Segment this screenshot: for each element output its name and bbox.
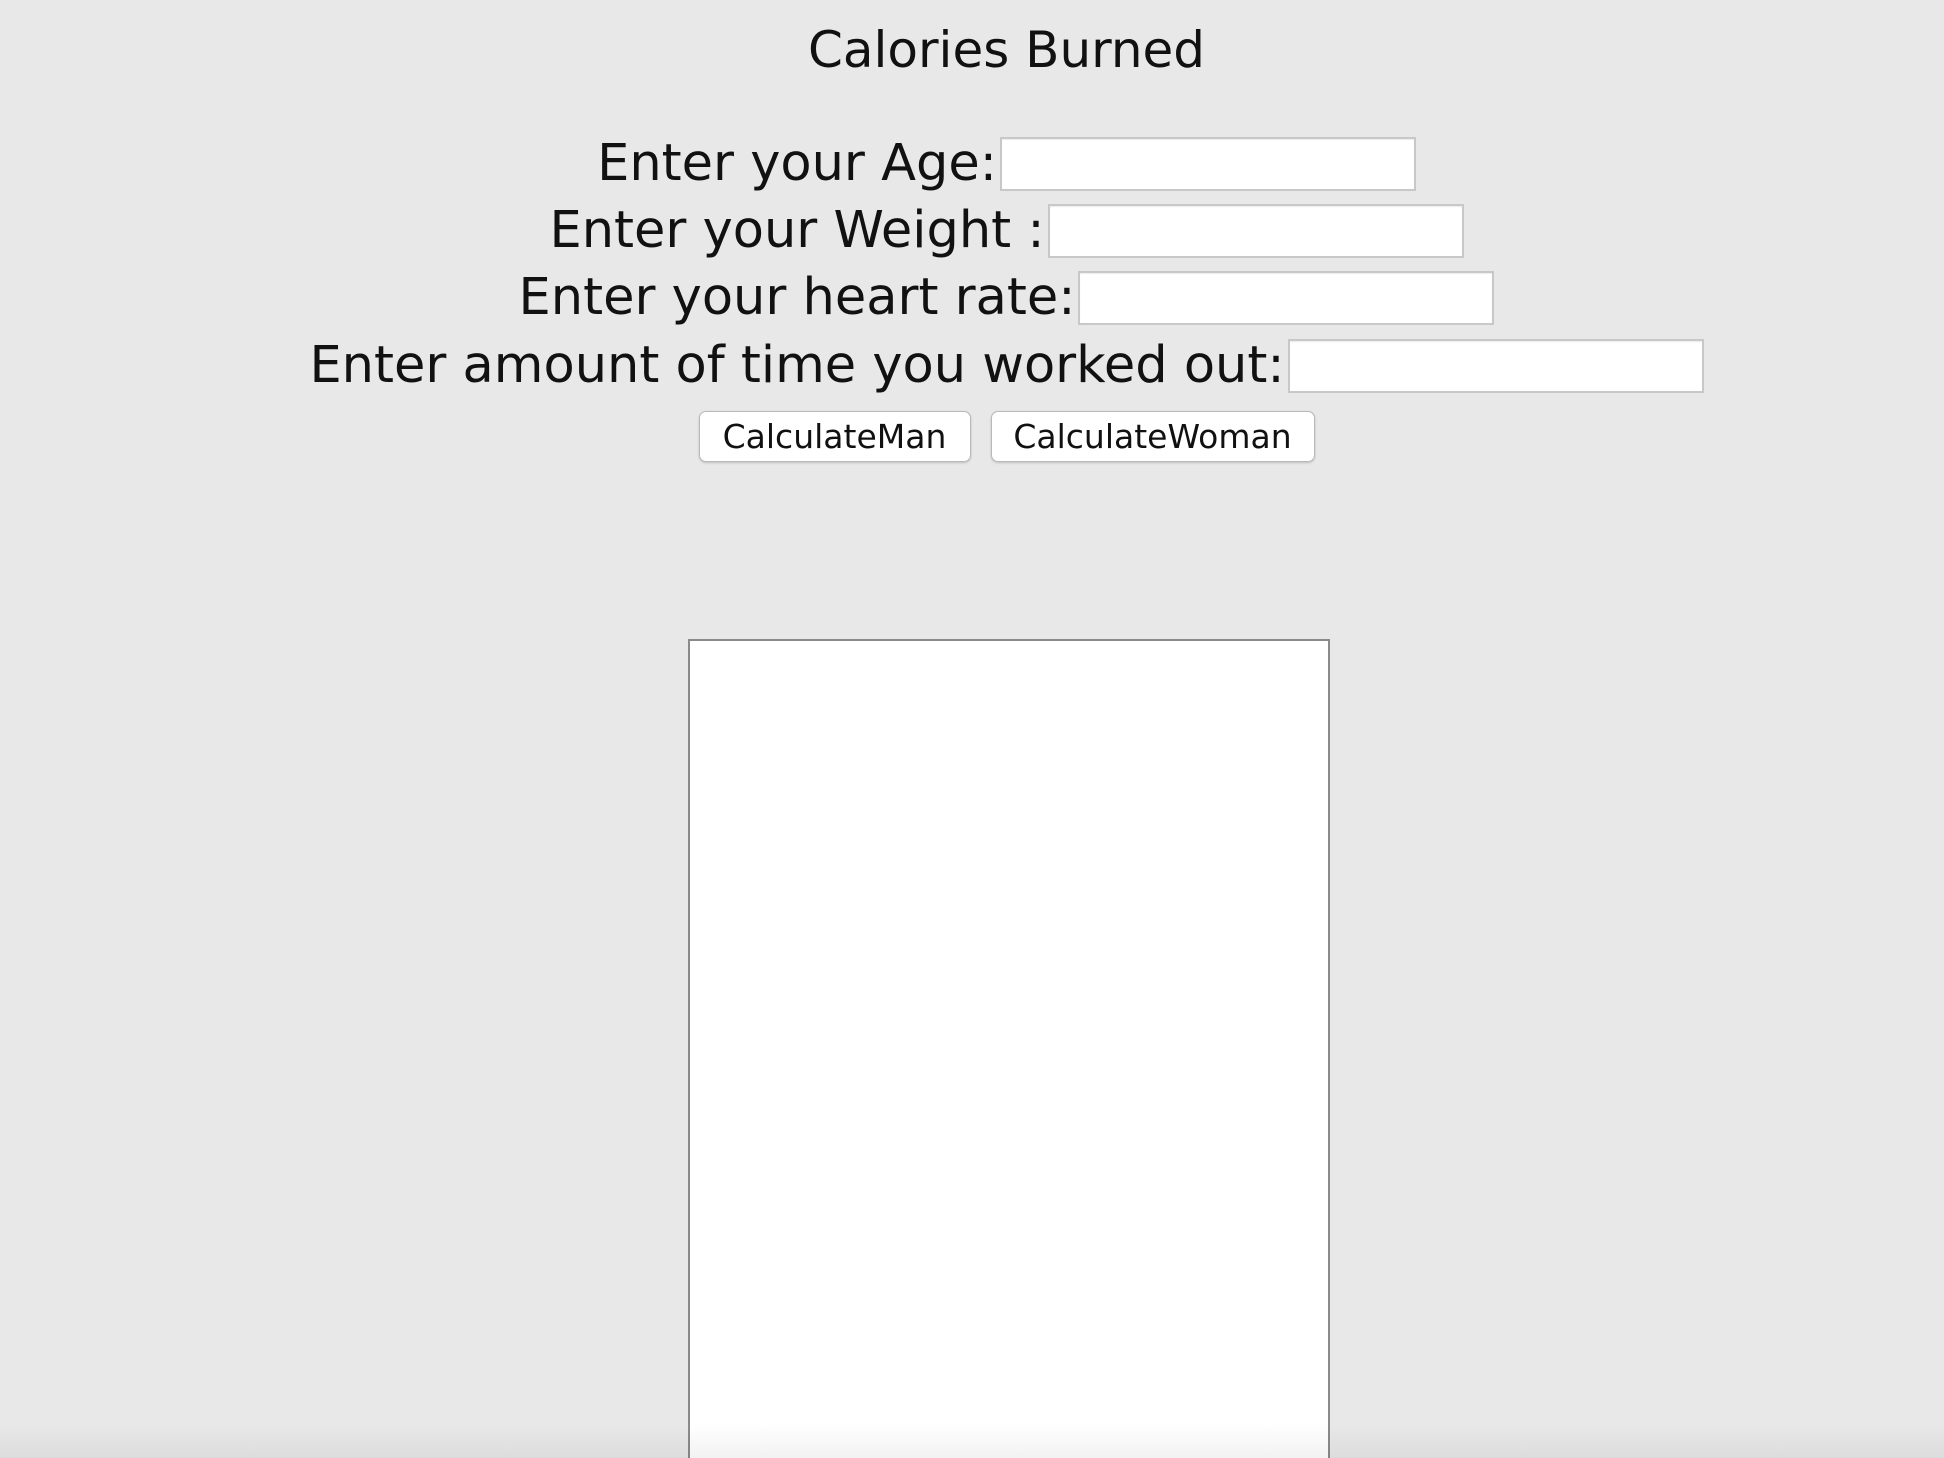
workout-time-input[interactable]	[1287, 339, 1704, 393]
workout-time-row: Enter amount of time you worked out:	[0, 336, 1944, 396]
calories-burned-page: Calories Burned Enter your Age: Enter yo…	[0, 0, 1944, 1458]
age-input[interactable]	[999, 137, 1416, 191]
heart-rate-row: Enter your heart rate:	[0, 268, 1944, 328]
calculate-man-button[interactable]: CalculateMan	[698, 411, 971, 462]
heart-rate-label: Enter your heart rate:	[518, 268, 1076, 327]
page-title: Calories Burned	[807, 21, 1206, 79]
workout-time-label: Enter amount of time you worked out:	[309, 336, 1285, 395]
age-row: Enter your Age:	[0, 134, 1944, 194]
heart-rate-input[interactable]	[1078, 271, 1495, 325]
calculate-woman-button[interactable]: CalculateWoman	[990, 411, 1315, 462]
weight-input[interactable]	[1047, 204, 1464, 258]
calculate-buttons: CalculateMan CalculateWoman	[0, 411, 1944, 462]
result-output-box	[688, 639, 1330, 1458]
weight-label: Enter your Weight :	[549, 201, 1045, 260]
weight-row: Enter your Weight :	[0, 201, 1944, 261]
age-label: Enter your Age:	[597, 134, 997, 193]
